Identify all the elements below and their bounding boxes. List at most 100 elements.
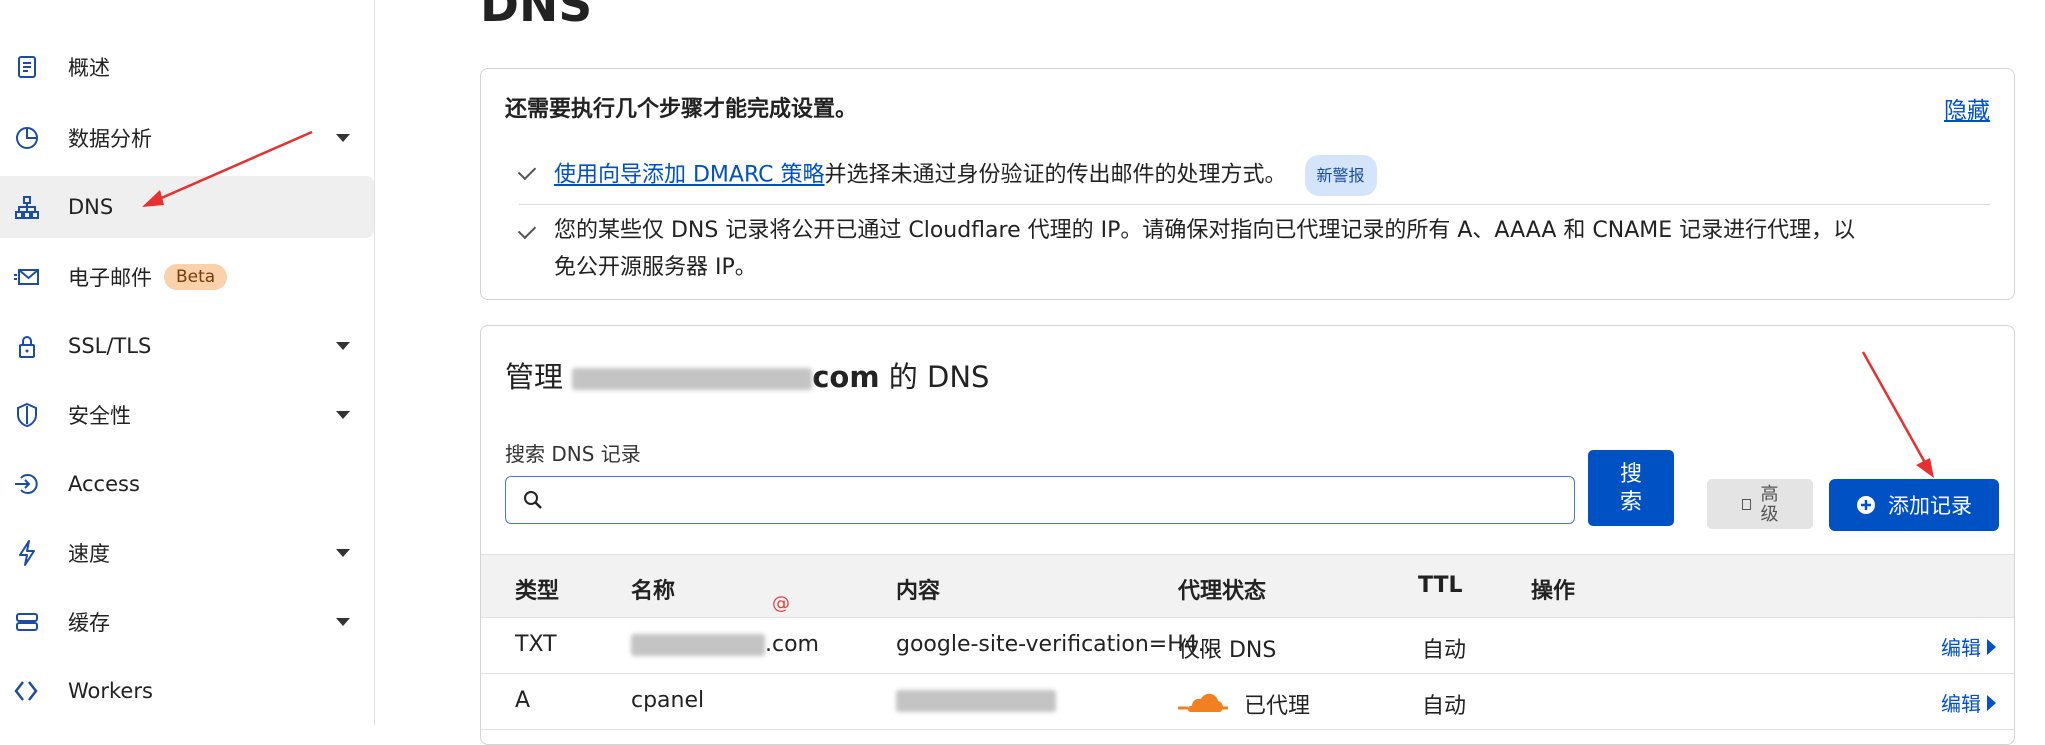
search-button-label: 搜 索 [1619,461,1642,514]
record-ttl: 自动 [1422,638,1467,663]
dmarc-wizard-link[interactable]: 使用向导添加 DMARC 策略 [554,163,825,188]
title-domain-suffix: com [812,360,880,394]
lightning-icon [12,538,42,568]
edit-record-link[interactable]: 编辑 [1941,632,1996,661]
sidebar-item-security[interactable]: 安全性 [0,384,374,446]
column-header-proxy-status[interactable]: 代理状态 [1178,573,1266,605]
notice-item-text: 并选择未通过身份验证的传出邮件的处理方式。 [824,162,1287,188]
workers-icon [12,676,42,706]
sidebar-item-speed[interactable]: 速度 [0,522,374,584]
sidebar-item-analytics[interactable]: 数据分析 [0,107,374,169]
search-input[interactable] [556,481,1560,519]
notice-item-text: 免公开源服务器 IP。 [554,255,757,280]
add-record-button[interactable]: 添加记录 [1829,479,1999,531]
redacted-domain [572,368,813,390]
hide-link[interactable]: 隐藏 [1944,91,1990,125]
document-icon [12,52,42,82]
proxy-status: 仅限 DNS [1178,638,1277,663]
redacted-ip [896,690,1056,712]
pie-chart-icon [12,123,42,153]
chevron-down-icon [336,134,350,142]
column-header-ttl[interactable]: TTL [1418,573,1463,598]
shield-icon [12,400,42,430]
notice-title: 还需要执行几个步骤才能完成设置。 [505,97,858,122]
sidebar-item-label: 缓存 [68,611,110,635]
chevron-down-icon [336,618,350,626]
proxy-status-label: 已代理 [1244,694,1311,719]
advanced-button[interactable]: 高 级 [1707,479,1813,529]
proxy-status: 已代理 [1178,688,1310,720]
sidebar-item-overview[interactable]: 概述 [0,36,374,98]
table-row[interactable]: A cpanel 已代理 自动 编辑 [481,674,2014,730]
edit-label: 编辑 [1941,692,1981,716]
record-type: A [515,688,531,713]
divider [519,204,1990,205]
cloud-icon [1178,693,1228,712]
new-alert-badge: 新警报 [1304,155,1377,196]
column-header-content[interactable]: 内容 [896,573,940,605]
sidebar-item-label: SSL/TLS [68,334,152,358]
chevron-down-icon [336,549,350,557]
search-button[interactable]: 搜 索 [1588,450,1674,526]
title-suffix: 的 DNS [888,360,990,394]
notice-item-proxy: 您的某些仅 DNS 记录将公开已通过 Cloudflare 代理的 IP。请确保… [554,212,1994,286]
plus-circle-icon [1857,496,1875,514]
edit-record-link[interactable]: 编辑 [1941,688,1996,717]
sidebar-item-workers[interactable]: Workers [0,660,374,722]
dns-records-card: 管理 com 的 DNS 搜索 DNS 记录 搜 索 高 级 添加记录 类型 名… [480,325,2015,745]
email-icon [12,262,42,292]
database-icon [12,607,42,637]
sidebar-item-label: 电子邮件 [68,266,152,290]
access-icon [12,469,42,499]
column-header-name[interactable]: 名称 [631,573,675,605]
sidebar-item-access[interactable]: Access [0,453,374,515]
sidebar-item-label: 概述 [68,56,110,80]
chevron-down-icon [336,342,350,350]
notice-item-dmarc: 使用向导添加 DMARC 策略并选择未通过身份验证的传出邮件的处理方式。 新警报 [554,155,1377,196]
sidebar-item-label: Access [68,472,140,496]
column-header-type[interactable]: 类型 [515,573,559,605]
search-icon [524,491,542,509]
record-content: google-site-verification=H4... [896,632,1219,657]
sidebar-item-ssl-tls[interactable]: SSL/TLS [0,315,374,377]
check-icon [517,161,537,181]
sidebar-item-dns[interactable]: DNS [0,176,374,238]
page-title: DNS [480,0,593,33]
sidebar-item-label: 数据分析 [68,127,152,151]
table-row[interactable]: TXT .com google-site-verification=H4... … [481,618,2014,674]
add-record-label: 添加记录 [1888,495,1972,518]
redacted-name [631,634,765,656]
sidebar: 概述 数据分析 DNS 电子邮件 Beta SSL/TLS 安全性 Access… [0,0,375,725]
title-prefix: 管理 [505,360,564,394]
check-icon [517,220,537,240]
search-field[interactable] [505,476,1575,524]
record-name: .com [631,632,819,657]
caret-right-icon [1987,638,1996,655]
record-name: cpanel [631,688,705,713]
setup-notice-card: 还需要执行几个步骤才能完成设置。 隐藏 使用向导添加 DMARC 策略并选择未通… [480,68,2015,300]
lock-icon [12,331,42,361]
document-icon [1741,498,1751,510]
column-header-actions: 操作 [1531,579,1576,604]
table-header: 类型 名称 内容 代理状态 TTL 操作 [481,554,2014,618]
at-annotation: @ [772,593,790,614]
sidebar-item-label: 速度 [68,542,110,566]
sidebar-item-cache[interactable]: 缓存 [0,591,374,653]
sidebar-item-label: Workers [68,679,153,703]
record-type: TXT [515,632,557,657]
edit-label: 编辑 [1941,636,1981,660]
chevron-down-icon [336,411,350,419]
manage-dns-title: 管理 com 的 DNS [505,354,989,396]
sidebar-item-label: DNS [68,195,114,219]
caret-right-icon [1987,694,1996,711]
sitemap-icon [12,192,42,222]
advanced-button-label: 高 级 [1760,484,1779,524]
sidebar-item-email[interactable]: 电子邮件 Beta [0,246,374,308]
record-content [896,688,1056,713]
record-ttl: 自动 [1422,694,1467,719]
search-label: 搜索 DNS 记录 [505,442,641,466]
record-name-suffix: .com [765,632,819,657]
sidebar-item-label: 安全性 [68,404,131,428]
beta-badge: Beta [164,264,228,290]
notice-item-text: 您的某些仅 DNS 记录将公开已通过 Cloudflare 代理的 IP。请确保… [554,218,1856,243]
